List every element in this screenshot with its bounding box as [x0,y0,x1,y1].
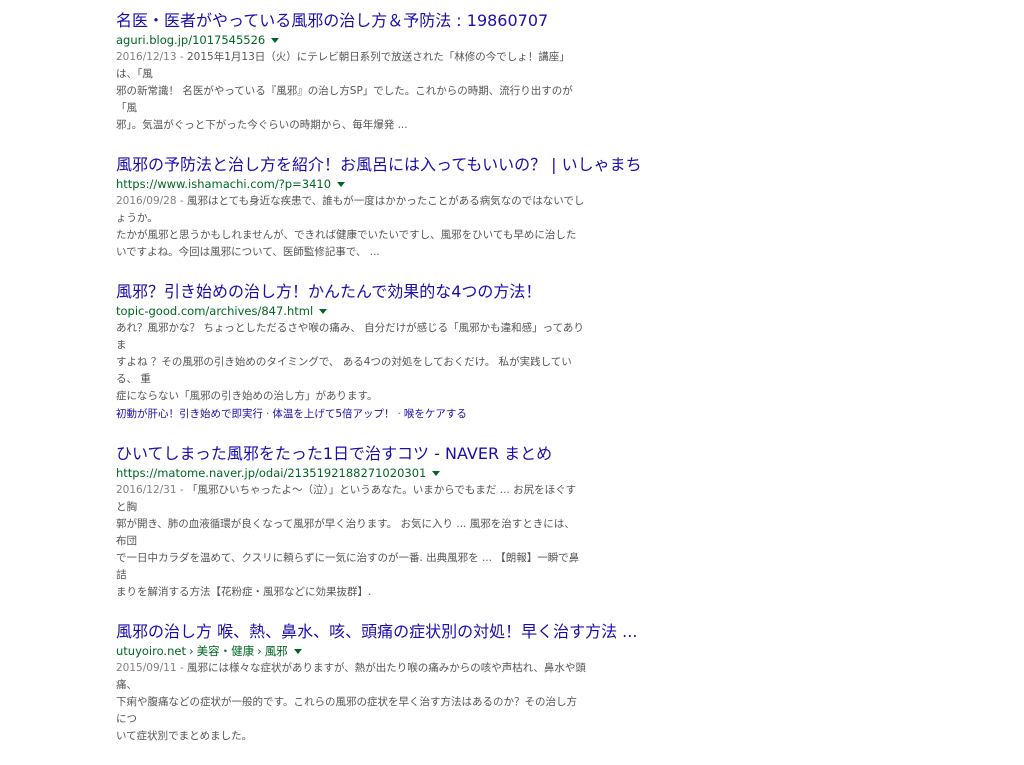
result-snippet: 2016/09/28 - 風邪はとても身近な疾患で、誰もが一度はかかったことがあ… [116,193,586,261]
result-date: 2015/09/11 - [116,662,187,674]
result-title-link[interactable]: 風邪の治し方 喉、熱、鼻水、咳、頭痛の症状別の対処！早く治す方法 ... [116,621,637,643]
dropdown-arrow-icon[interactable] [337,182,346,187]
result-url: https://matome.naver.jp/odai/21351921882… [116,466,427,480]
result-url-line: aguri.blog.jp/1017545526 [116,32,586,49]
search-result: 風邪？引き始めの治し方！かんたんで効果的な4つの方法！ topic-good.c… [116,281,586,423]
breadcrumb-separator: › [188,644,194,658]
result-url: https://www.ishamachi.com/?p=3410 [116,177,332,191]
snippet-line: 風邪には様々な症状がありますが、熱が出たり喉の痛みからの咳や声枯れ、鼻水や頭痛、 [116,662,586,691]
search-results: 名医・医者がやっている風邪の治し方＆予防法 : 19860707 aguri.b… [116,10,642,765]
snippet-line: いて症状別でまとめました。 [116,730,253,742]
result-title-link[interactable]: 風邪の予防法と治し方を紹介！お風呂には入ってもいいの？ | いしゃまち [116,154,642,176]
result-date: 2016/12/31 - [116,484,187,496]
result-snippet: 2016/12/13 - 2015年1月13日（火）にテレビ朝日系列で放送された… [116,49,586,134]
breadcrumb-item: 美容・健康 [196,644,255,658]
result-date: 2016/09/28 - [116,195,187,207]
result-title-link[interactable]: 名医・医者がやっている風邪の治し方＆予防法 : 19860707 [116,10,586,32]
result-url-line: https://matome.naver.jp/odai/21351921882… [116,465,586,482]
result-url: utuyoiro.net › 美容・健康 › 風邪 [116,643,288,660]
breadcrumb-domain: utuyoiro.net [116,644,186,658]
result-date: 2016/12/13 - [116,51,187,63]
snippet-line: たかが風邪と思うかもしれませんが、できれば健康でいたいですし、風邪をひいても早め… [116,229,577,241]
sitelink[interactable]: 初動が肝心！引き始めで即実行 [116,408,263,420]
result-snippet: 2015/09/11 - 風邪には様々な症状がありますが、熱が出たり喉の痛みから… [116,660,586,745]
result-title-link[interactable]: ひいてしまった風邪をたった1日で治すコツ - NAVER まとめ [116,443,586,465]
snippet-line: 邪の新常識！ 名医がやっている『風邪』の治し方SP」でした。これからの時期、流行… [116,85,573,114]
breadcrumb-item: 風邪 [264,644,288,658]
snippet-line: いですよね。今回は風邪について、医師監修記事で、 ... [116,246,380,258]
snippet-line: 邪」。気温がぐっと下がった今ぐらいの時期から、毎年爆発 ... [116,119,408,131]
search-result: 風邪の予防法と治し方を紹介！お風呂には入ってもいいの？ | いしゃまち http… [116,154,642,261]
dropdown-arrow-icon[interactable] [293,649,302,654]
sitelink[interactable]: 喉をケアする [404,408,467,420]
dropdown-arrow-icon[interactable] [319,309,328,314]
snippet-line: 下痢や腹痛などの症状が一般的です。これらの風邪の症状を早く治す方法はあるのか？そ… [116,696,577,725]
search-result: 名医・医者がやっている風邪の治し方＆予防法 : 19860707 aguri.b… [116,10,586,134]
search-result: ひいてしまった風邪をたった1日で治すコツ - NAVER まとめ https:/… [116,443,586,601]
sitelink[interactable]: 体温を上げて5倍アップ！ [272,408,394,420]
result-url: aguri.blog.jp/1017545526 [116,33,266,47]
sitelink-separator: · [397,408,401,420]
snippet-line: 症にならない「風邪の引き始めの治し方」があります。 [116,390,378,402]
snippet-line: 風邪はとても身近な疾患で、誰もが一度はかかったことがある病気なのではないでしょう… [116,195,585,224]
dropdown-arrow-icon[interactable] [432,471,441,476]
sitelink-separator: · [266,408,270,420]
search-result: 風邪の治し方 喉、熱、鼻水、咳、頭痛の症状別の対処！早く治す方法 ... utu… [116,621,637,745]
snippet-line: すよね ？その風邪の引き始めのタイミングで、 ある4つの対処をしておくだけ。 私… [116,356,572,385]
result-url-line: https://www.ishamachi.com/?p=3410 [116,176,586,193]
result-snippet: あれ？風邪かな？ ちょっとしただるさや喉の痛み、 自分だけが感じる「風邪かも違和… [116,320,586,405]
snippet-line: 郭が開き、肺の血液循環が良くなって風邪が早く治ります。 お気に入り ... 風邪… [116,518,575,547]
dropdown-arrow-icon[interactable] [271,38,280,43]
result-snippet: 2016/12/31 - 「風邪ひいちゃったよ〜（泣）」というあなた。いまからで… [116,482,586,601]
snippet-line: で一日中カラダを温めて、クスリに頼らずに一気に治すのが一番. 出典風邪を ...… [116,552,580,581]
result-url-line: utuyoiro.net › 美容・健康 › 風邪 [116,643,586,660]
snippet-line: まりを解消する方法【花粉症・風邪などに効果抜群】. [116,586,372,598]
result-url: topic-good.com/archives/847.html [116,304,314,318]
breadcrumb-separator: › [257,644,262,658]
result-url-line: topic-good.com/archives/847.html [116,303,586,320]
result-title-link[interactable]: 風邪？引き始めの治し方！かんたんで効果的な4つの方法！ [116,281,586,303]
snippet-line: あれ？風邪かな？ ちょっとしただるさや喉の痛み、 自分だけが感じる「風邪かも違和… [116,322,584,351]
sitelinks: 初動が肝心！引き始めで即実行 · 体温を上げて5倍アップ！ · 喉をケアする [116,406,586,423]
